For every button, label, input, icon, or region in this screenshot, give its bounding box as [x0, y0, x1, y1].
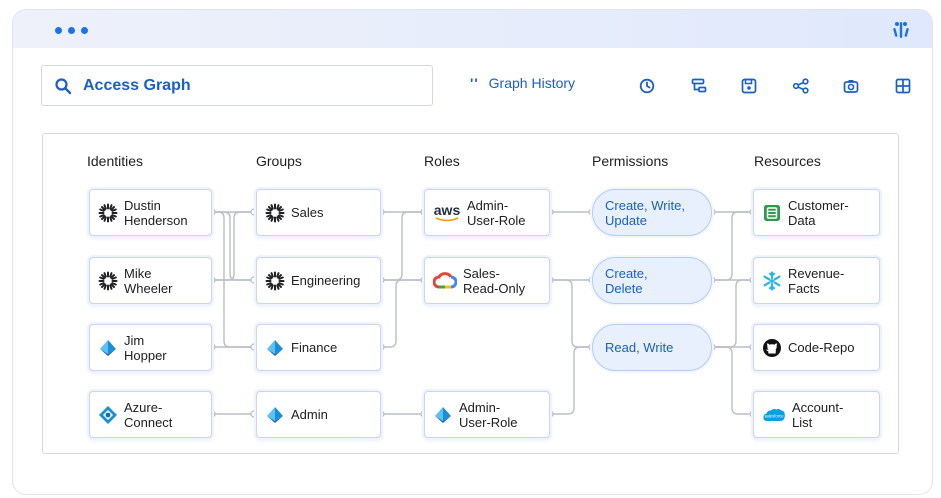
azure-ad-icon: [433, 405, 453, 425]
column-header-roles: Roles: [424, 153, 460, 169]
role-node-aws-admin[interactable]: aws Admin- User-Role: [424, 189, 550, 236]
resource-node-code-repo[interactable]: Code-Repo: [753, 324, 880, 371]
group-node-admin[interactable]: Admin: [256, 391, 381, 438]
resource-node-revenue-facts[interactable]: Revenue- Facts: [753, 257, 880, 304]
identity-node-dustin[interactable]: Dustin Henderson: [89, 189, 212, 236]
svg-text:salesforce: salesforce: [764, 413, 784, 418]
group-node-engineering[interactable]: Engineering: [256, 257, 381, 304]
sunburst-icon: [98, 271, 118, 291]
sunburst-icon: [265, 271, 285, 291]
edge-mike-sales: [212, 211, 254, 281]
resource-label: Account- List: [792, 399, 844, 430]
snowflake-icon: [762, 270, 782, 291]
edge-engineering-admin-role: [381, 211, 424, 281]
permission-label: Create, Write, Update: [605, 197, 685, 228]
column-header-groups: Groups: [256, 153, 302, 169]
edge-rw-revenue: [712, 279, 753, 348]
role-node-azure-admin[interactable]: Admin- User-Role: [424, 391, 550, 438]
azure-ad-icon: [265, 338, 285, 358]
database-icon: [762, 203, 782, 223]
permission-node-read-write[interactable]: Read, Write: [592, 324, 712, 371]
group-label: Sales: [291, 205, 324, 220]
role-label: Sales- Read-Only: [463, 265, 526, 296]
identity-label: Mike Wheeler: [124, 265, 173, 296]
azure-ad-icon: [98, 338, 118, 358]
edge-cd-customer: [712, 211, 753, 281]
resource-node-account-list[interactable]: salesforce Account- List: [753, 391, 880, 438]
column-header-identities: Identities: [87, 153, 144, 169]
permission-label: Create, Delete: [605, 265, 648, 296]
identity-node-azure-connect[interactable]: Azure- Connect: [89, 391, 212, 438]
group-node-sales[interactable]: Sales: [256, 189, 381, 236]
aws-icon: aws: [433, 203, 461, 223]
edge-dustin-engineering: [212, 211, 254, 281]
edge-rw-account: [712, 346, 753, 415]
resource-label: Revenue- Facts: [788, 265, 845, 296]
resource-label: Customer- Data: [788, 197, 849, 228]
google-cloud-icon: [433, 271, 457, 291]
identity-label: Azure- Connect: [124, 399, 173, 430]
identity-node-jim[interactable]: Jim Hopper: [89, 324, 212, 371]
identity-label: Jim Hopper: [124, 332, 167, 363]
group-label: Finance: [291, 340, 338, 355]
role-label: Admin- User-Role: [467, 197, 526, 228]
edge-sales-role-rw: [550, 279, 592, 348]
permission-label: Read, Write: [605, 340, 674, 355]
azure-connect-icon: [98, 405, 118, 425]
salesforce-icon: salesforce: [762, 405, 786, 425]
role-label: Admin- User-Role: [459, 399, 518, 430]
identity-label: Dustin Henderson: [124, 197, 188, 228]
resource-node-customer-data[interactable]: Customer- Data: [753, 189, 880, 236]
resource-label: Code-Repo: [788, 340, 855, 355]
identity-node-mike[interactable]: Mike Wheeler: [89, 257, 212, 304]
sunburst-icon: [265, 203, 285, 223]
group-label: Engineering: [291, 273, 361, 288]
sunburst-icon: [98, 203, 118, 223]
github-icon: [762, 338, 782, 358]
edge-azure-role-rw: [550, 346, 592, 415]
permission-node-create-delete[interactable]: Create, Delete: [592, 257, 712, 304]
permission-node-create-write-update[interactable]: Create, Write, Update: [592, 189, 712, 236]
edge-finance-sales-role: [381, 279, 424, 348]
column-header-resources: Resources: [754, 153, 821, 169]
azure-ad-icon: [265, 405, 285, 425]
group-label: Admin: [291, 407, 328, 422]
role-node-gcp-sales[interactable]: Sales- Read-Only: [424, 257, 550, 304]
column-header-permissions: Permissions: [592, 153, 669, 169]
group-node-finance[interactable]: Finance: [256, 324, 381, 371]
